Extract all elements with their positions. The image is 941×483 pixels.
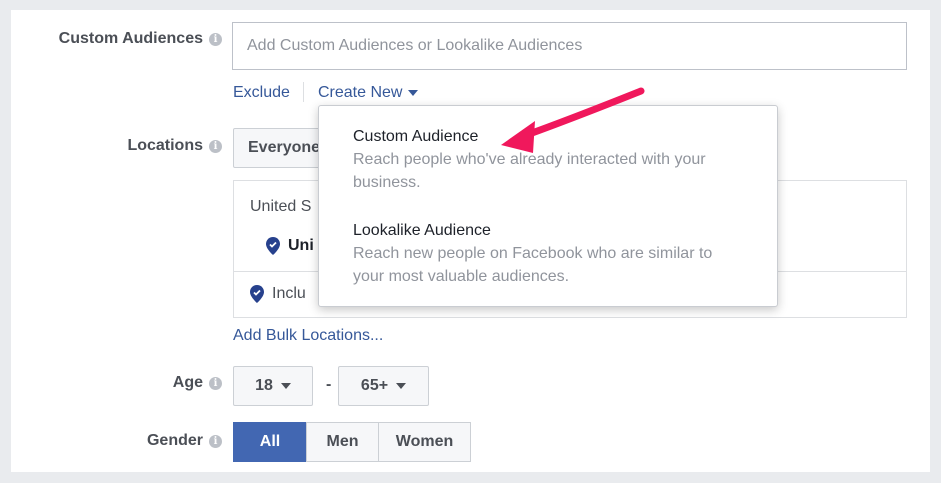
create-new-label: Create New: [318, 84, 403, 101]
custom-audiences-label-text: Custom Audiences: [58, 30, 203, 47]
age-range-dash: -: [326, 376, 332, 393]
gender-all-button[interactable]: All: [233, 422, 307, 462]
info-icon[interactable]: i: [209, 139, 222, 153]
age-label: Age i: [173, 374, 222, 392]
location-pin-icon: [250, 285, 264, 303]
gender-label-text: Gender: [146, 432, 203, 449]
location-item: Uni: [266, 237, 314, 255]
info-icon[interactable]: i: [209, 434, 222, 448]
info-icon[interactable]: i: [209, 376, 222, 390]
age-label-text: Age: [172, 374, 203, 391]
annotation-arrow-icon: [501, 87, 645, 153]
locations-label-text: Locations: [127, 137, 203, 154]
gender-women-button[interactable]: Women: [378, 422, 471, 462]
chevron-down-icon: [396, 383, 407, 389]
age-max-select[interactable]: 65+: [338, 366, 429, 406]
gender-men-button[interactable]: Men: [306, 422, 379, 462]
link-separator: [303, 82, 304, 102]
location-pin-icon: [266, 237, 280, 255]
locations-label: Locations i: [127, 137, 222, 155]
option-description: your most valuable audiences.: [353, 268, 570, 285]
lookalike-audience-option[interactable]: Lookalike Audience Reach new people on F…: [353, 220, 763, 288]
chevron-down-icon: [408, 90, 419, 96]
age-max-value: 65+: [360, 377, 389, 394]
age-min-value: 18: [255, 377, 273, 394]
chevron-down-icon: [280, 383, 291, 389]
custom-audiences-field[interactable]: [232, 22, 907, 70]
custom-audiences-label: Custom Audiences i: [59, 30, 222, 48]
create-new-link[interactable]: Create New: [318, 84, 419, 102]
exclude-link[interactable]: Exclude: [233, 84, 290, 102]
add-bulk-locations-link[interactable]: Add Bulk Locations...: [233, 327, 383, 345]
location-country-text: United S: [250, 198, 312, 215]
option-title: Lookalike Audience: [353, 222, 491, 239]
location-item-label: Uni: [288, 237, 314, 254]
age-min-select[interactable]: 18: [233, 366, 313, 406]
gender-button-group: All Men Women: [233, 422, 471, 462]
option-description: Reach new people on Facebook who are sim…: [353, 245, 713, 262]
gender-label: Gender i: [147, 432, 222, 450]
custom-audiences-input[interactable]: [233, 23, 906, 69]
info-icon[interactable]: i: [209, 32, 222, 46]
option-description: business.: [353, 174, 421, 191]
targeting-panel: Custom Audiences i Exclude Create New Lo…: [11, 10, 930, 472]
location-include[interactable]: Inclu: [250, 285, 306, 303]
location-include-label: Inclu: [272, 285, 306, 302]
